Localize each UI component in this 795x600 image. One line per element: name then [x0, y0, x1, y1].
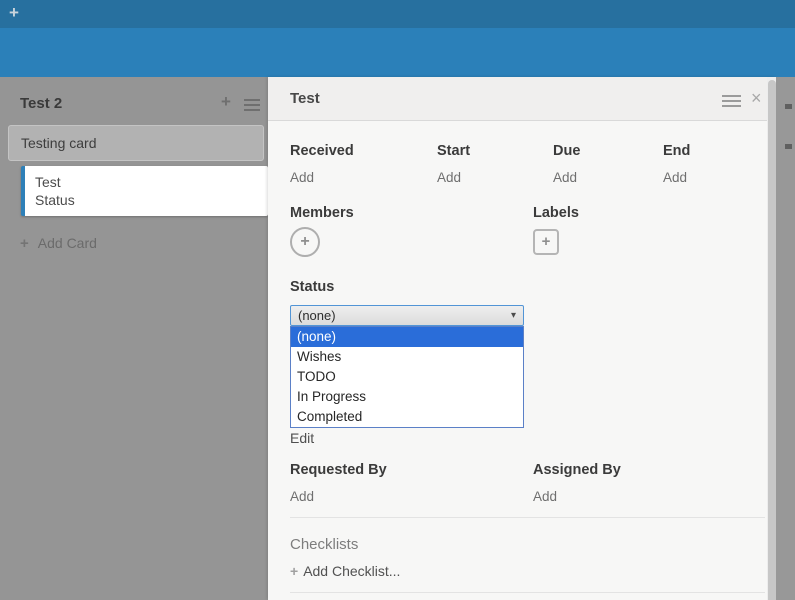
received-add-link[interactable]: Add	[290, 170, 314, 185]
assigned-by-add-link[interactable]: Add	[533, 489, 557, 504]
add-card-icon: +	[20, 235, 29, 252]
select-arrow-icon: ▾	[511, 306, 516, 325]
minicard-title: Test	[35, 173, 258, 191]
start-heading: Start	[437, 143, 470, 159]
end-add-link[interactable]: Add	[663, 170, 687, 185]
add-checklist-button[interactable]: + Add Checklist...	[290, 563, 400, 579]
card-title[interactable]: Test	[290, 90, 320, 107]
status-option-none[interactable]: (none)	[291, 327, 523, 347]
section-divider	[290, 592, 765, 593]
minicard-testing-card[interactable]: Testing card	[8, 125, 264, 161]
plus-icon: +	[300, 233, 309, 250]
list-add-card-icon[interactable]: +	[221, 92, 231, 112]
status-option-completed[interactable]: Completed	[291, 407, 523, 427]
minicard-test-selected[interactable]: Test Status	[21, 166, 268, 216]
minicard-title: Testing card	[21, 135, 96, 151]
add-label-button[interactable]: +	[533, 229, 559, 255]
card-detail-panel: Test × Received Start Due End Add Add Ad…	[268, 77, 776, 600]
list-menu-icon[interactable]	[244, 99, 260, 114]
list-title[interactable]: Test 2	[20, 95, 62, 112]
partial-icon	[785, 144, 792, 149]
add-card-label: Add Card	[38, 235, 97, 251]
requested-by-add-link[interactable]: Add	[290, 489, 314, 504]
section-divider	[290, 517, 765, 518]
list-test-2: Test 2 + Testing card Test Status + Add C…	[0, 77, 268, 600]
add-card-button[interactable]: + Add Card	[20, 235, 97, 252]
board-canvas: Test 2 + Testing card Test Status + Add C…	[0, 77, 795, 600]
status-option-todo[interactable]: TODO	[291, 367, 523, 387]
status-dropdown-list: (none) Wishes TODO In Progress Completed	[290, 326, 524, 428]
status-edit-link[interactable]: Edit	[290, 430, 314, 446]
plus-icon: +	[542, 233, 551, 250]
plus-icon: +	[290, 563, 298, 579]
detail-scrollbar-thumb[interactable]	[768, 80, 776, 600]
status-option-in-progress[interactable]: In Progress	[291, 387, 523, 407]
status-selected-value: (none)	[298, 308, 336, 323]
partial-icon	[785, 104, 792, 109]
due-heading: Due	[553, 143, 580, 159]
requested-by-heading: Requested By	[290, 462, 387, 478]
add-member-button[interactable]: +	[290, 227, 320, 257]
received-heading: Received	[290, 143, 354, 159]
status-heading: Status	[290, 279, 334, 295]
close-icon[interactable]: ×	[751, 88, 762, 108]
members-heading: Members	[290, 205, 354, 221]
card-menu-icon[interactable]	[722, 95, 741, 110]
due-add-link[interactable]: Add	[553, 170, 577, 185]
assigned-by-heading: Assigned By	[533, 462, 621, 478]
board-header-bar	[0, 28, 795, 77]
card-detail-header: Test ×	[268, 77, 776, 121]
end-heading: End	[663, 143, 690, 159]
top-header-bar: +	[0, 0, 795, 28]
start-add-link[interactable]: Add	[437, 170, 461, 185]
add-checklist-label: Add Checklist...	[303, 563, 400, 579]
checklists-heading: Checklists	[290, 536, 358, 553]
labels-heading: Labels	[533, 205, 579, 221]
status-select[interactable]: (none) ▾	[290, 305, 524, 326]
minicard-custom-field-badge: Status	[35, 191, 258, 209]
add-board-icon[interactable]: +	[9, 3, 19, 23]
status-option-wishes[interactable]: Wishes	[291, 347, 523, 367]
next-list-edge	[776, 77, 795, 600]
